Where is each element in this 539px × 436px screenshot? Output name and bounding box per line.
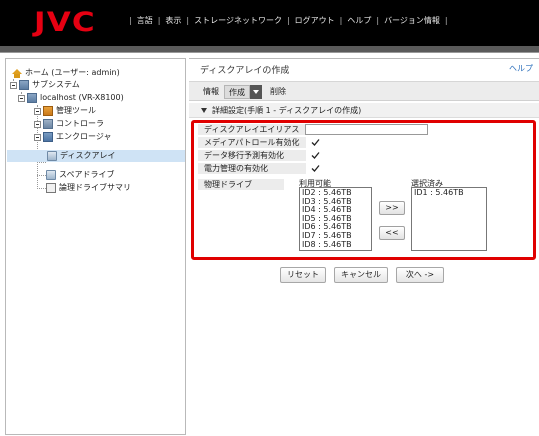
tree-line [37, 162, 46, 163]
top-nav: | 言語 | 表示 | ストレージネットワーク | ログアウト | ヘルプ | … [124, 14, 453, 26]
cancel-button[interactable]: キャンセル [334, 267, 388, 283]
nav-separator: | [129, 15, 132, 25]
home-icon [12, 68, 22, 78]
remove-drive-button[interactable]: << [379, 226, 405, 240]
next-button[interactable]: 次へ -> [396, 267, 444, 283]
jvc-logo: JVC [34, 7, 96, 38]
power-mgmt-checkbox[interactable] [311, 164, 320, 173]
pdm-checkbox[interactable] [311, 151, 320, 160]
app-header: JVC | 言語 | 表示 | ストレージネットワーク | ログアウト | ヘル… [0, 0, 539, 46]
nav-separator: | [339, 15, 343, 25]
collapse-toggle[interactable] [10, 81, 17, 89]
server-icon [27, 93, 37, 103]
power-mgmt-label: 電力管理の有効化 [198, 163, 306, 174]
collapse-toggle[interactable] [18, 94, 25, 102]
logical-drive-icon [46, 183, 56, 193]
expand-toggle[interactable] [34, 133, 41, 141]
sidebar-item-label: 論理ドライブサマリ [59, 183, 131, 192]
server-icon [19, 80, 29, 90]
sidebar-item-label: ディスクアレイ [60, 151, 116, 160]
nav-separator: | [157, 15, 161, 25]
section-header[interactable]: 詳細設定(手順 1 - ディスクアレイの作成) [189, 103, 539, 118]
nav-separator: | [186, 15, 190, 25]
sidebar-item-label: サブシステム [32, 80, 80, 89]
section-title: 詳細設定(手順 1 - ディスクアレイの作成) [212, 106, 362, 115]
header-divider [0, 46, 539, 53]
sidebar-item-spare-drive[interactable]: スペアドライブ [46, 169, 114, 181]
sidebar-item-label: ホーム (ユーザー: admin) [25, 68, 120, 77]
nav-view[interactable]: 表示 [165, 15, 181, 26]
chevron-down-icon[interactable] [250, 85, 262, 99]
disk-array-icon [47, 151, 57, 161]
media-patrol-checkbox[interactable] [311, 138, 320, 147]
tab-create[interactable]: 作成 [224, 85, 250, 99]
main-panel: ディスクアレイの作成 ヘルプ 情報 作成 削除 詳細設定(手順 1 - ディスク… [189, 58, 539, 435]
alias-input[interactable] [305, 124, 428, 135]
alias-label: ディスクアレイエイリアス [198, 124, 306, 135]
sidebar-item-disk-array[interactable]: ディスクアレイ [7, 150, 185, 162]
nav-separator: | [286, 15, 290, 25]
physical-drive-block: 物理ドライブ 利用可能 選択済み ID2 : 5.46TB ID3 : 5.46… [198, 179, 533, 255]
sidebar-item-label: 管理ツール [56, 106, 96, 115]
sidebar-item-controller[interactable]: コントローラ [34, 118, 104, 130]
nav-language[interactable]: 言語 [137, 15, 153, 26]
sidebar-item-home[interactable]: ホーム (ユーザー: admin) [12, 67, 120, 79]
sidebar-item-subsystem[interactable]: サブシステム [10, 79, 80, 91]
tab-info[interactable]: 情報 [199, 85, 223, 99]
nav-version-info[interactable]: バージョン情報 [384, 15, 440, 26]
sidebar-item-label: エンクロージャ [56, 132, 112, 141]
pdm-label: データ移行予測有効化 [198, 150, 306, 161]
sidebar-item-label: スペアドライブ [59, 170, 115, 179]
spare-drive-icon [46, 170, 56, 180]
physical-drive-label: 物理ドライブ [198, 179, 284, 190]
expand-toggle[interactable] [34, 120, 41, 128]
selected-drive-list[interactable]: ID1 : 5.46TB [411, 187, 487, 251]
tree-line [37, 188, 46, 189]
enclosure-icon [43, 132, 53, 142]
list-item[interactable]: ID1 : 5.46TB [414, 188, 486, 198]
tab-delete[interactable]: 削除 [266, 85, 290, 99]
media-patrol-label: メディアパトロール有効化 [198, 137, 306, 148]
reset-button[interactable]: リセット [280, 267, 326, 283]
available-drive-list[interactable]: ID2 : 5.46TB ID3 : 5.46TB ID4 : 5.46TB I… [299, 187, 372, 251]
sidebar-item-localhost[interactable]: localhost (VR-X8100) [18, 92, 124, 104]
controller-icon [43, 119, 53, 129]
list-item[interactable]: ID8 : 5.46TB [302, 240, 371, 250]
nav-separator: | [376, 15, 380, 25]
nav-storage-network[interactable]: ストレージネットワーク [194, 15, 282, 26]
nav-help[interactable]: ヘルプ [347, 15, 371, 26]
sidebar-item-admin-tools[interactable]: 管理ツール [34, 105, 96, 117]
sidebar-item-label: localhost (VR-X8100) [40, 93, 124, 102]
sidebar-item-logical-drive-summary[interactable]: 論理ドライブサマリ [46, 182, 131, 194]
nav-logout[interactable]: ログアウト [295, 15, 335, 26]
tab-bar: 情報 作成 削除 [189, 81, 539, 101]
sidebar-tree[interactable]: ホーム (ユーザー: admin) サブシステム localhost (VR-X… [5, 58, 186, 435]
collapse-triangle-icon [201, 108, 207, 113]
add-drive-button[interactable]: >> [379, 201, 405, 215]
expand-toggle[interactable] [34, 107, 41, 115]
sidebar-item-label: コントローラ [56, 119, 104, 128]
page-title: ディスクアレイの作成 [200, 66, 290, 76]
nav-separator: | [444, 15, 448, 25]
tools-icon [43, 106, 53, 116]
sidebar-item-enclosure[interactable]: エンクロージャ [34, 131, 111, 143]
help-link[interactable]: ヘルプ [509, 63, 533, 74]
tree-line [37, 175, 46, 176]
